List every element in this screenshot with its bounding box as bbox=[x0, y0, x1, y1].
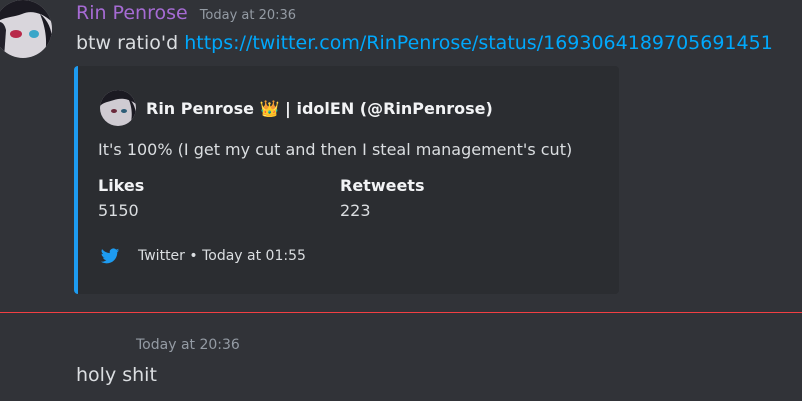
chat-view: Rin Penrose Today at 20:36 btw ratio'd h… bbox=[0, 0, 802, 401]
embed-footer: Twitter • Today at 01:55 bbox=[100, 246, 306, 266]
tweet-embed: Rin Penrose 👑 | idolEN (@RinPenrose) It'… bbox=[74, 66, 619, 294]
embed-author: Rin Penrose 👑 | idolEN (@RinPenrose) bbox=[100, 90, 493, 126]
field-likes: Likes 5150 bbox=[98, 176, 144, 220]
avatar-image bbox=[0, 0, 52, 58]
followup-timestamp[interactable]: Today at 20:36 bbox=[136, 337, 240, 353]
new-messages-divider bbox=[0, 312, 802, 313]
author-avatar-image bbox=[100, 90, 136, 126]
field-retweets-name: Retweets bbox=[340, 176, 425, 195]
message-content: btw ratio'd https://twitter.com/RinPenro… bbox=[76, 32, 773, 54]
twitter-bird-icon bbox=[100, 248, 120, 264]
embed-description: It's 100% (I get my cut and then I steal… bbox=[98, 140, 573, 159]
message-text: btw ratio'd bbox=[76, 32, 179, 54]
field-likes-name: Likes bbox=[98, 176, 145, 195]
user-avatar[interactable] bbox=[0, 0, 52, 58]
message-timestamp[interactable]: Today at 20:36 bbox=[200, 8, 296, 23]
followup-message-text: holy shit bbox=[76, 364, 157, 386]
message-header: Rin Penrose Today at 20:36 bbox=[76, 2, 296, 28]
author-avatar[interactable] bbox=[100, 90, 136, 126]
field-retweets-value: 223 bbox=[340, 201, 371, 220]
embed-author-name[interactable]: Rin Penrose 👑 | idolEN (@RinPenrose) bbox=[146, 99, 493, 118]
field-retweets: Retweets 223 bbox=[340, 176, 424, 220]
username[interactable]: Rin Penrose bbox=[76, 2, 188, 24]
field-likes-value: 5150 bbox=[98, 201, 139, 220]
tweet-link[interactable]: https://twitter.com/RinPenrose/status/16… bbox=[184, 32, 773, 54]
embed-footer-text: Twitter • Today at 01:55 bbox=[138, 248, 306, 264]
